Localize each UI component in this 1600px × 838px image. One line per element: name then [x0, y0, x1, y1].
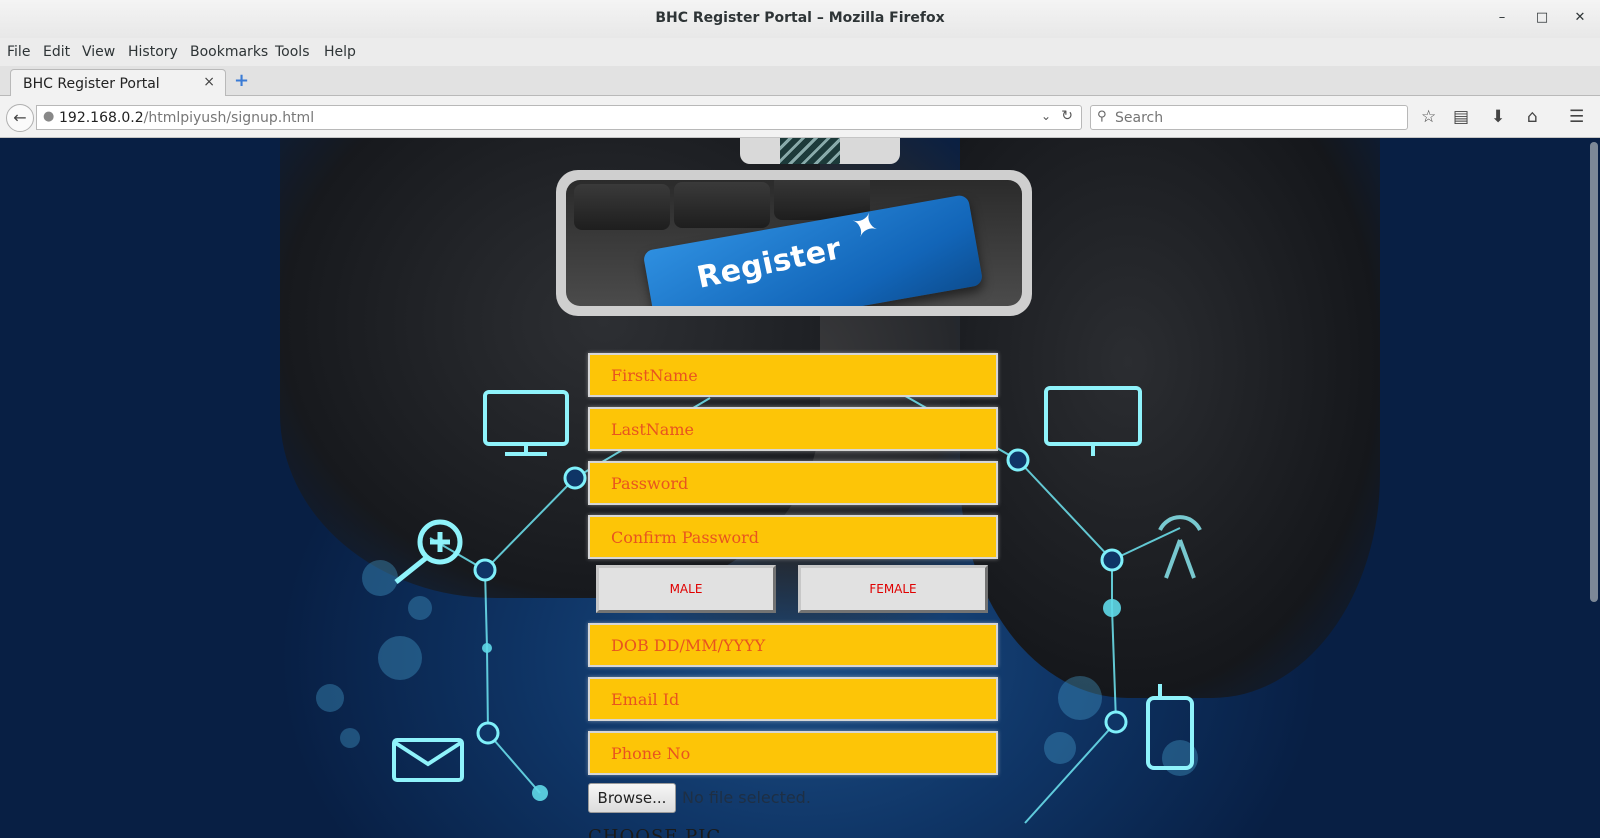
confirm-password-field[interactable]	[588, 515, 998, 559]
tab-label: BHC Register Portal	[23, 76, 160, 92]
register-banner: Register ✦	[556, 170, 1032, 316]
menu-bar: File Edit View History Bookmarks Tools H…	[0, 38, 1600, 66]
close-window-icon[interactable]: ✕	[1570, 8, 1590, 28]
window-titlebar: BHC Register Portal – Mozilla Firefox – …	[0, 0, 1600, 38]
menu-history[interactable]: History	[128, 44, 178, 60]
tab-bhc-register-portal[interactable]: BHC Register Portal ×	[10, 69, 226, 97]
menu-help[interactable]: Help	[324, 44, 356, 60]
reload-icon[interactable]: ↻	[1061, 108, 1073, 124]
search-input[interactable]	[1115, 108, 1399, 127]
vertical-scrollbar[interactable]	[1590, 142, 1598, 602]
menu-file[interactable]: File	[7, 44, 30, 60]
page-viewport: Register ✦ MALE FEMALE Browse... No file…	[0, 138, 1600, 838]
tab-close-icon[interactable]: ×	[203, 74, 215, 90]
minimize-icon[interactable]: –	[1492, 8, 1512, 28]
email-input[interactable]	[590, 679, 996, 719]
tab-strip: BHC Register Portal × +	[0, 66, 1600, 97]
female-button[interactable]: FEMALE	[798, 565, 988, 613]
dropdown-icon[interactable]: ⌄	[1041, 109, 1051, 123]
keyboard-key	[674, 182, 770, 228]
menu-bookmarks[interactable]: Bookmarks	[190, 44, 268, 60]
phone-input[interactable]	[590, 733, 996, 773]
navigation-bar: ← ● 192.168.0.2/htmlpiyush/signup.html ⌄…	[0, 96, 1600, 138]
phone-field[interactable]	[588, 731, 998, 775]
firstname-field[interactable]	[588, 353, 998, 397]
banner-image: Register ✦	[566, 180, 1022, 306]
search-bar[interactable]: ⚲	[1090, 105, 1408, 130]
back-arrow-icon[interactable]: ←	[6, 104, 34, 132]
url-path: /htmlpiyush/signup.html	[143, 110, 315, 126]
home-icon[interactable]: ⌂	[1527, 107, 1538, 127]
no-file-text: No file selected.	[682, 788, 811, 807]
maximize-icon[interactable]: □	[1532, 8, 1552, 28]
new-tab-icon[interactable]: +	[234, 70, 249, 91]
browse-button[interactable]: Browse...	[588, 783, 676, 813]
firstname-input[interactable]	[590, 355, 996, 395]
email-field[interactable]	[588, 677, 998, 721]
keyboard-key	[574, 184, 670, 230]
search-icon: ⚲	[1097, 109, 1107, 124]
menu-edit[interactable]: Edit	[43, 44, 70, 60]
password-field[interactable]	[588, 461, 998, 505]
confirm-password-input[interactable]	[590, 517, 996, 557]
choose-pic-label: CHOOSE PIC	[588, 826, 722, 838]
menu-icon[interactable]: ☰	[1569, 107, 1584, 127]
dob-field[interactable]	[588, 623, 998, 667]
url-host: 192.168.0.2	[59, 110, 144, 126]
menu-tools[interactable]: Tools	[275, 44, 310, 60]
reading-list-icon[interactable]: ▤	[1453, 107, 1469, 127]
globe-icon: ●	[43, 109, 55, 124]
password-input[interactable]	[590, 463, 996, 503]
download-icon[interactable]: ⬇	[1491, 107, 1505, 127]
lastname-field[interactable]	[588, 407, 998, 451]
star-icon[interactable]: ☆	[1421, 107, 1436, 127]
male-button[interactable]: MALE	[596, 565, 776, 613]
lastname-input[interactable]	[590, 409, 996, 449]
window-title: BHC Register Portal – Mozilla Firefox	[655, 10, 945, 26]
dob-input[interactable]	[590, 625, 996, 665]
menu-view[interactable]: View	[82, 44, 115, 60]
url-text: 192.168.0.2/htmlpiyush/signup.html	[59, 110, 314, 126]
url-bar[interactable]: ● 192.168.0.2/htmlpiyush/signup.html ⌄ ↻	[36, 105, 1082, 130]
